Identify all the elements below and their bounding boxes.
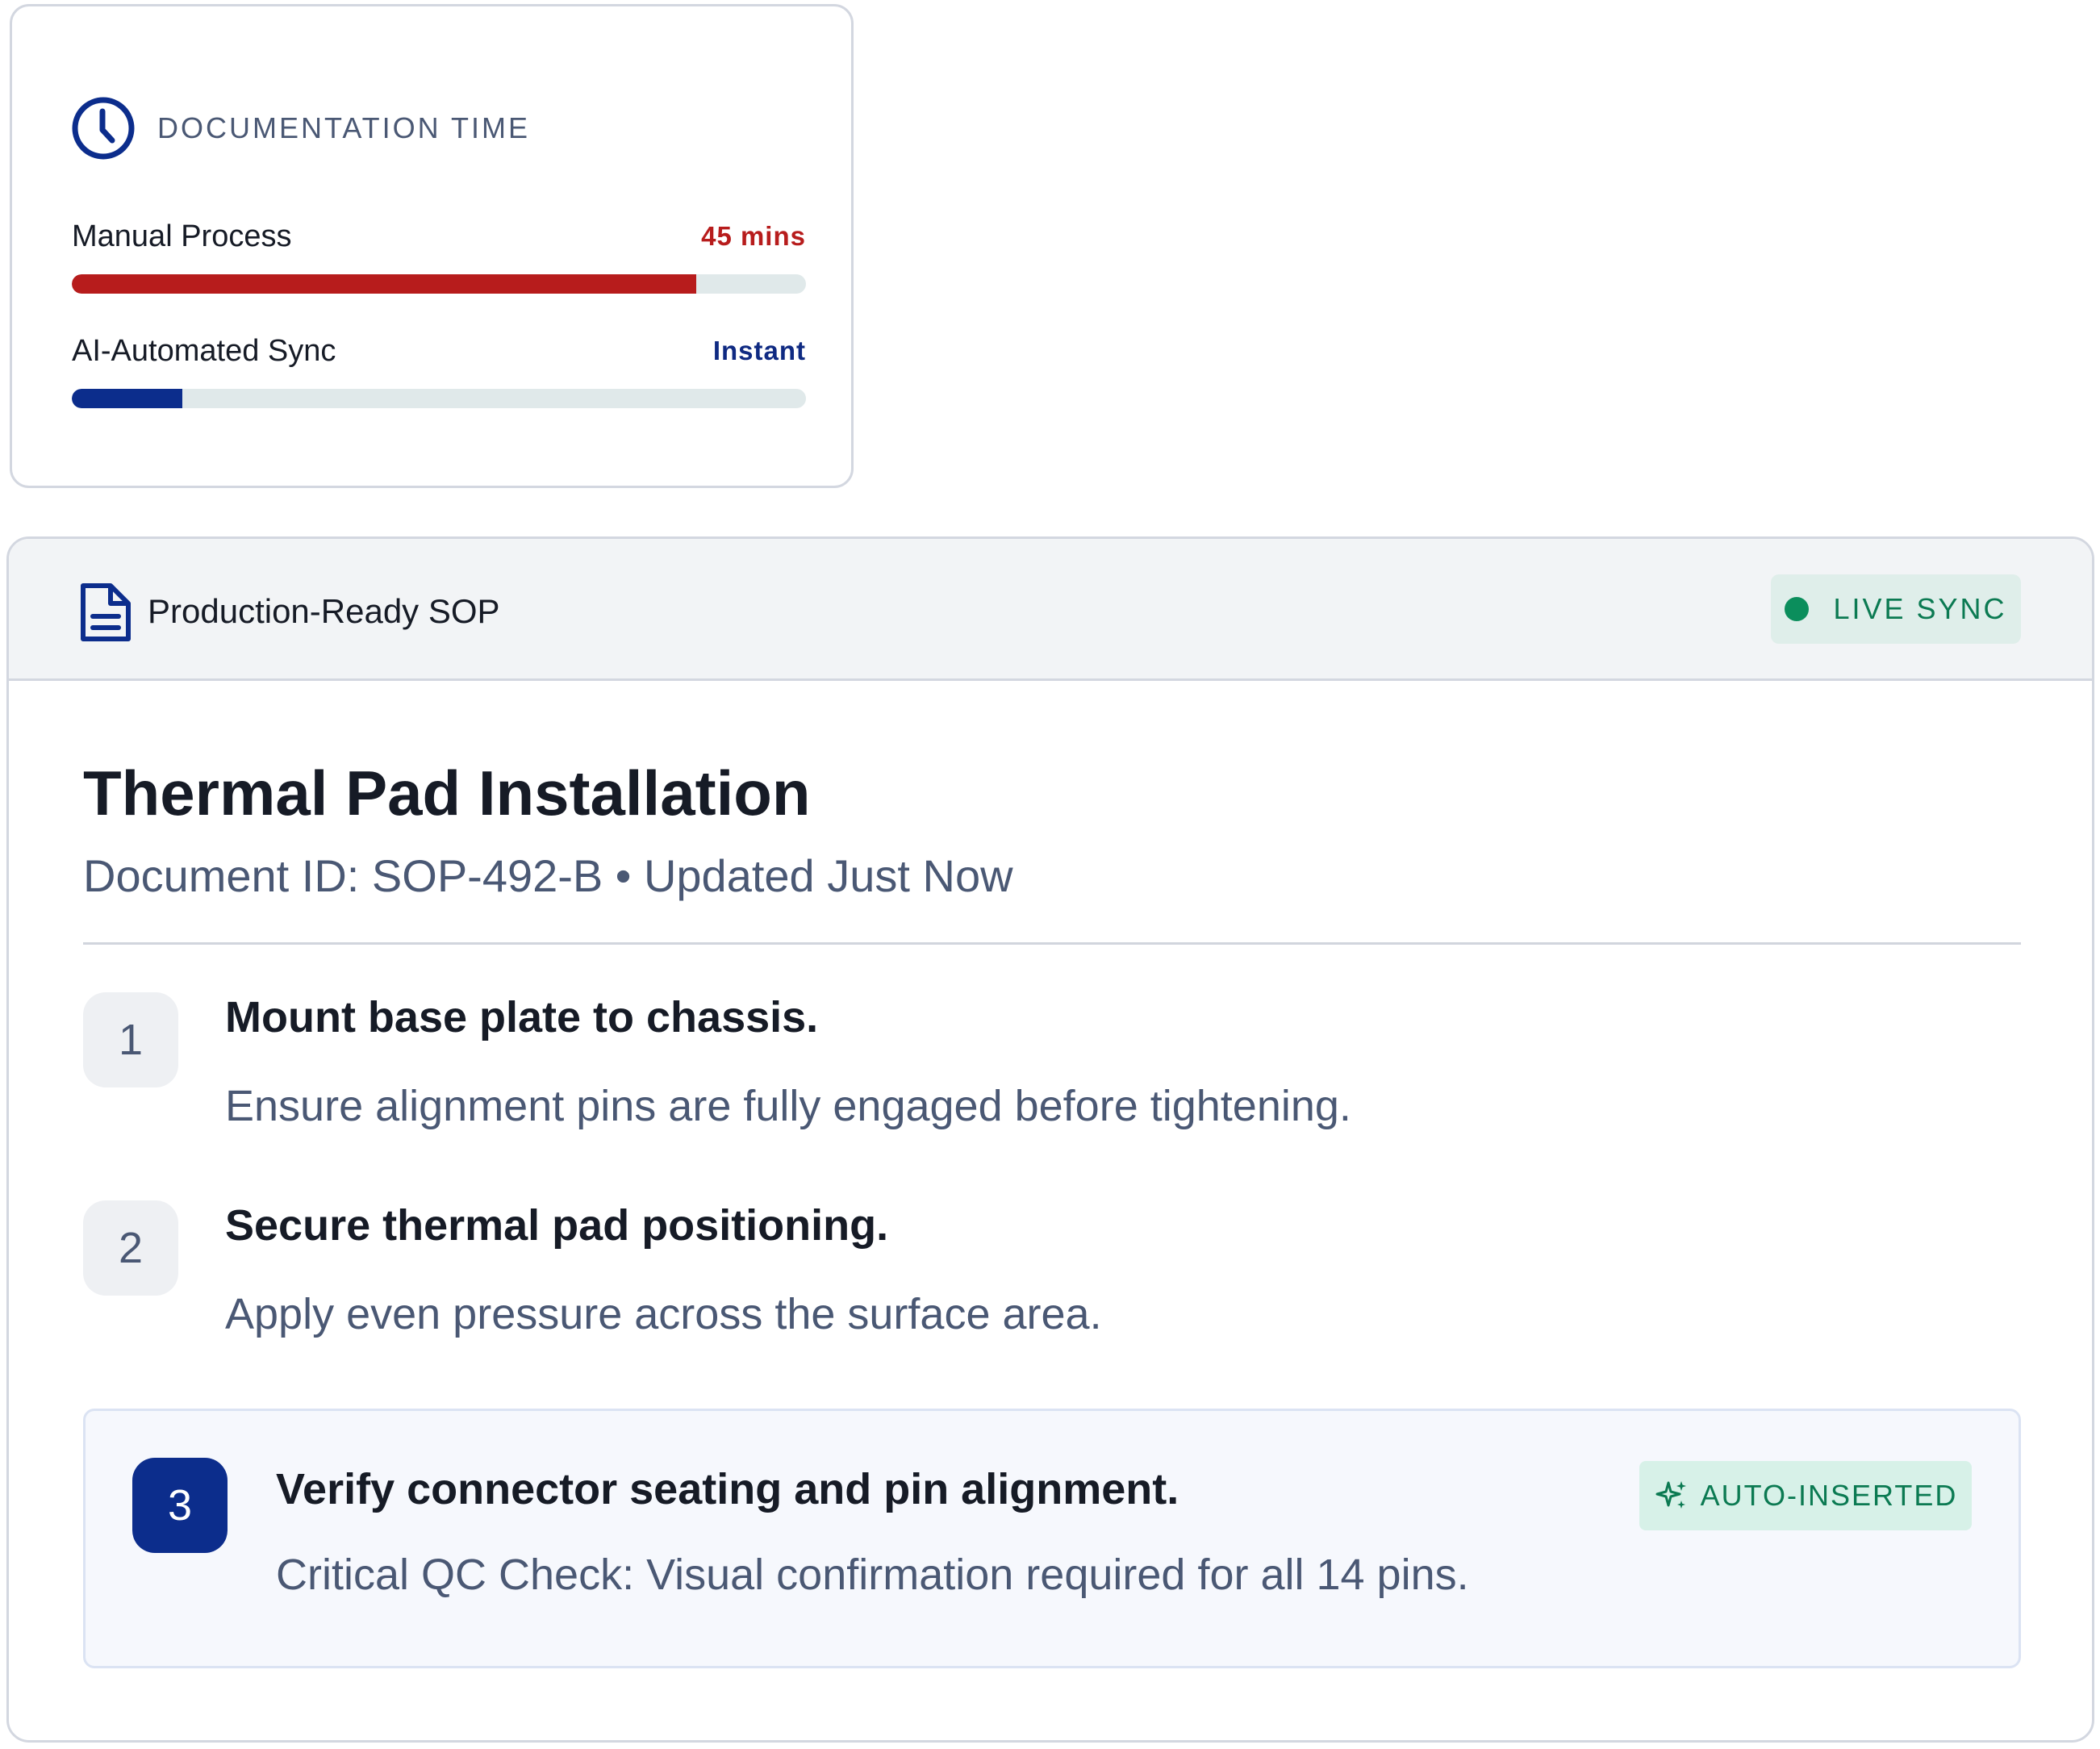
sparkle-icon [1655,1481,1686,1509]
sop-header: Production-Ready SOP LIVE SYNC [9,539,2092,681]
step-title: Mount base plate to chassis. [225,993,819,1041]
manual-process-bar-fill [72,274,696,294]
manual-process-row: Manual Process 45 mins [72,215,806,294]
step-description: Ensure alignment pins are fully engaged … [225,1082,1351,1130]
ai-sync-row: AI-Automated Sync Instant [72,329,806,408]
divider [83,942,2021,945]
documentation-time-card: DOCUMENTATION TIME Manual Process 45 min… [10,4,854,488]
manual-process-value: 45 mins [701,221,806,251]
auto-inserted-label: AUTO-INSERTED [1700,1479,1958,1512]
sop-card: Production-Ready SOP LIVE SYNC Thermal P… [6,536,2094,1743]
document-icon [81,583,131,641]
ai-sync-label: AI-Automated Sync [72,333,336,368]
manual-process-bar [72,274,806,294]
step-number: 2 [83,1200,178,1296]
step-description: Critical QC Check: Visual confirmation r… [276,1551,1469,1599]
ai-sync-value: Instant [712,336,806,365]
step-number: 1 [83,992,178,1087]
live-sync-badge: LIVE SYNC [1771,574,2021,644]
step-title: Verify connector seating and pin alignme… [276,1465,1179,1513]
documentation-time-title: DOCUMENTATION TIME [157,111,530,144]
documentation-time-header: DOCUMENTATION TIME [70,95,530,161]
step-description: Apply even pressure across the surface a… [225,1290,1102,1338]
live-status-dot-icon [1785,597,1810,621]
step-title: Secure thermal pad positioning. [225,1201,889,1250]
ai-sync-bar [72,389,806,408]
auto-inserted-badge: AUTO-INSERTED [1639,1461,1972,1530]
step-number: 3 [132,1458,228,1553]
sop-header-title: Production-Ready SOP [148,592,500,630]
live-sync-label: LIVE SYNC [1833,592,2007,625]
manual-process-label: Manual Process [72,219,292,253]
step-item-auto-inserted: 3 Verify connector seating and pin align… [83,1409,2021,1668]
ai-sync-bar-fill [72,389,182,408]
document-title: Thermal Pad Installation [83,758,811,829]
clock-icon [72,97,135,160]
document-meta: Document ID: SOP-492-B • Updated Just No… [83,850,1013,901]
